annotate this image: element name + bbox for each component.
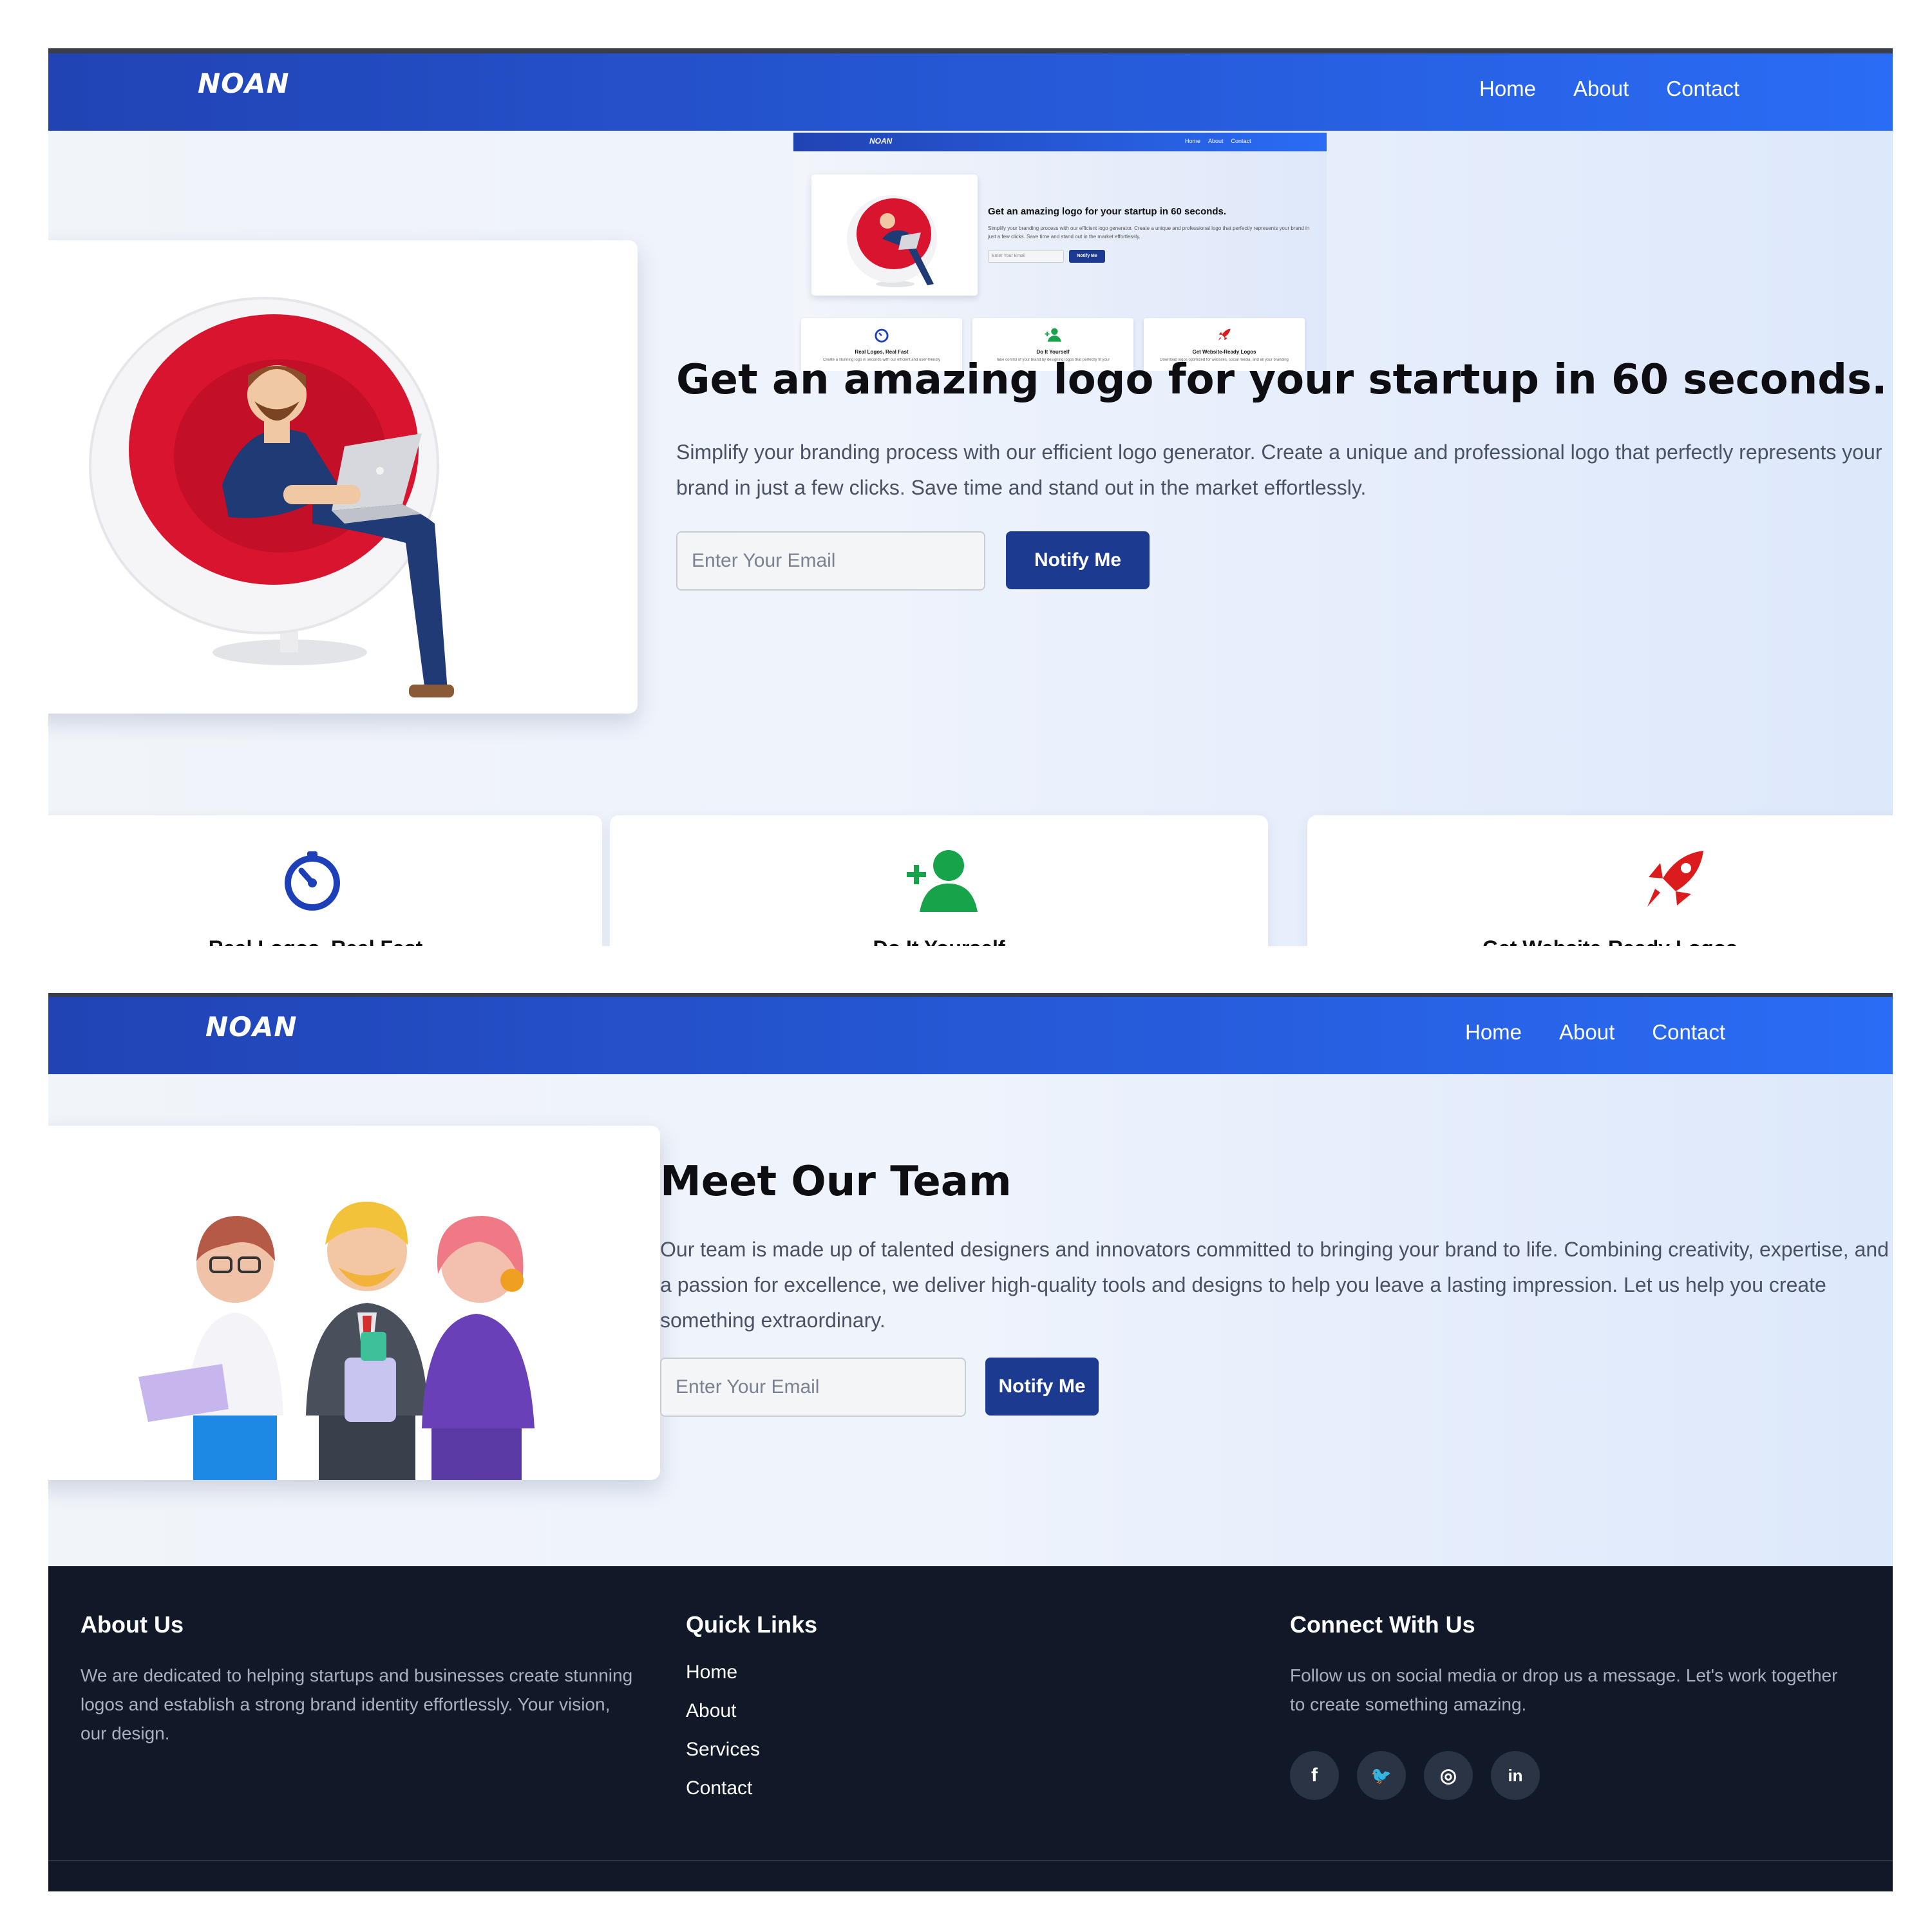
preview-chair-illustration [847, 195, 937, 287]
instagram-icon[interactable]: ◎ [1424, 1751, 1473, 1800]
preview-lead: Simplify your branding process with our … [988, 225, 1310, 240]
brand-logo[interactable]: NOAN [205, 1011, 298, 1043]
embedded-page-preview: NOAN Home About Contact Get an amazing l… [793, 133, 1327, 371]
brand-logo[interactable]: NOAN [198, 68, 290, 99]
home-page-screenshot: NOAN Home About Contact NOAN Home About … [48, 48, 1893, 946]
nav-home-link[interactable]: Home [1465, 1020, 1522, 1045]
footer-link-services[interactable]: Services [686, 1730, 1072, 1769]
preview-nav-about: About [1208, 138, 1224, 144]
nav-about-link[interactable]: About [1573, 77, 1629, 101]
footer-about-title: About Us [80, 1611, 184, 1638]
hero-notify-button[interactable]: Notify Me [1006, 531, 1150, 589]
rocket-icon [1218, 328, 1231, 341]
preview-headline: Get an amazing logo for your startup in … [988, 206, 1227, 217]
preview-email-input: Enter Your Email [988, 250, 1064, 263]
preview-nav-links: Home About Contact [1185, 138, 1251, 144]
add-user-icon [907, 850, 978, 912]
about-page-screenshot: NOAN Home About Contact Meet Our Team Ou… [48, 993, 1893, 1891]
team-illustration [138, 1201, 535, 1480]
footer-connect-column: Connect With Us Follow us on social medi… [1290, 1611, 1844, 1800]
twitter-icon[interactable]: 🐦 [1357, 1751, 1406, 1800]
footer-link-contact[interactable]: Contact [686, 1769, 1072, 1808]
navbar: NOAN Home About Contact [48, 997, 1893, 1074]
team-email-input[interactable] [660, 1358, 966, 1417]
facebook-icon[interactable]: f [1290, 1751, 1339, 1800]
nav-links: Home About Contact [1479, 77, 1739, 101]
preview-nav-contact: Contact [1231, 138, 1251, 144]
feature-title: Do It Yourself [610, 936, 1268, 946]
team-notify-button[interactable]: Notify Me [985, 1358, 1099, 1416]
preview-notify-button: Notify Me [1069, 250, 1105, 263]
preview-feature-title: Real Logos, Real Fast [855, 349, 909, 355]
footer-about-text: We are dedicated to helping startups and… [80, 1665, 633, 1743]
nav-links: Home About Contact [1465, 1020, 1725, 1045]
footer-divider [48, 1860, 1893, 1861]
nav-about-link[interactable]: About [1559, 1020, 1615, 1045]
preview-feature-title: Get Website-Ready Logos [1192, 349, 1256, 355]
team-lead: Our team is made up of talented designer… [660, 1238, 1889, 1332]
chair-man-illustration [89, 297, 454, 697]
footer-about-column: About Us We are dedicated to helping sta… [80, 1611, 634, 1748]
preview-nav-home: Home [1185, 138, 1201, 144]
footer-connect-text: Follow us on social media or drop us a m… [1290, 1665, 1838, 1714]
stopwatch-icon [875, 328, 889, 343]
footer-links-column: Quick Links Home About Services Contact [686, 1611, 1072, 1808]
linkedin-icon[interactable]: in [1491, 1751, 1540, 1800]
site-footer: About Us We are dedicated to helping sta… [48, 1566, 1893, 1891]
nav-contact-link[interactable]: Contact [1652, 1020, 1725, 1045]
team-headline: Meet Our Team [660, 1158, 1012, 1206]
stopwatch-icon [285, 851, 340, 911]
nav-home-link[interactable]: Home [1479, 77, 1536, 101]
feature-card-real-logos: Real Logos, Real Fast [48, 815, 602, 946]
preview-feature-title: Do It Yourself [1036, 349, 1070, 355]
footer-link-about[interactable]: About [686, 1692, 1072, 1730]
footer-connect-title: Connect With Us [1290, 1611, 1475, 1638]
preview-navbar: NOAN Home About Contact [793, 133, 1327, 151]
rocket-icon [1647, 851, 1703, 907]
feature-card-website-ready: Get Website-Ready Logos [1307, 815, 1893, 946]
nav-contact-link[interactable]: Contact [1666, 77, 1739, 101]
team-illustration-card [48, 1126, 660, 1480]
navbar: NOAN Home About Contact [48, 53, 1893, 131]
add-user-icon [1045, 328, 1061, 342]
preview-brand: NOAN [869, 137, 893, 146]
hero-email-input[interactable] [676, 531, 985, 591]
footer-links-title: Quick Links [686, 1611, 818, 1638]
social-links: f 🐦 ◎ in [1290, 1751, 1844, 1800]
footer-link-home[interactable]: Home [686, 1653, 1072, 1692]
hero-headline: Get an amazing logo for your startup in … [676, 356, 1888, 404]
feature-title: Get Website-Ready Logos [1307, 936, 1893, 946]
feature-title: Real Logos, Real Fast [48, 936, 602, 946]
preview-hero-card [811, 175, 978, 296]
feature-card-diy: Do It Yourself [610, 815, 1268, 946]
hero-illustration-card [48, 240, 638, 714]
team-section: Meet Our Team Our team is made up of tal… [48, 1074, 1893, 1566]
hero-lead: Simplify your branding process with our … [676, 440, 1882, 499]
